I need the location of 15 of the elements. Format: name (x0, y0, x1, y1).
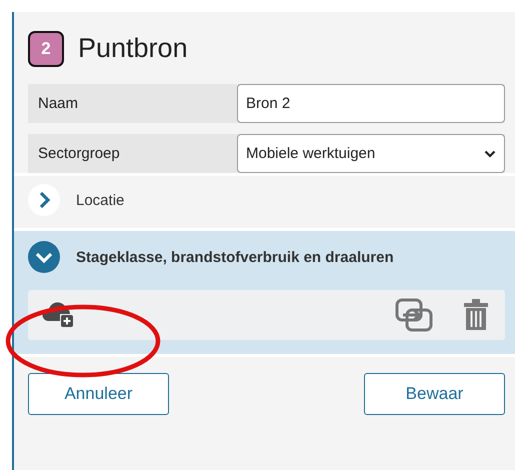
field-label: Sectorgroep (37, 144, 121, 164)
trash-icon[interactable] (463, 299, 489, 331)
save-button[interactable]: Bewaar (364, 373, 505, 415)
collapse-toggle-icon[interactable] (28, 241, 60, 273)
cancel-button[interactable]: Annuleer (28, 373, 169, 415)
chevron-down-icon (484, 150, 496, 158)
sector-dropdown[interactable]: Mobiele werktuigen (237, 134, 505, 173)
swap-icon[interactable] (395, 298, 433, 332)
section-title[interactable]: Locatie (76, 192, 124, 208)
number-badge: 2 (28, 30, 64, 66)
panel-title: Puntbron (78, 33, 188, 64)
field-label: Naam (37, 94, 80, 114)
name-field[interactable]: Bron 2 (237, 84, 505, 123)
expand-toggle-icon[interactable] (28, 184, 60, 216)
section-title[interactable]: Stageklasse, brandstofverbruik en draaluren (76, 248, 394, 266)
